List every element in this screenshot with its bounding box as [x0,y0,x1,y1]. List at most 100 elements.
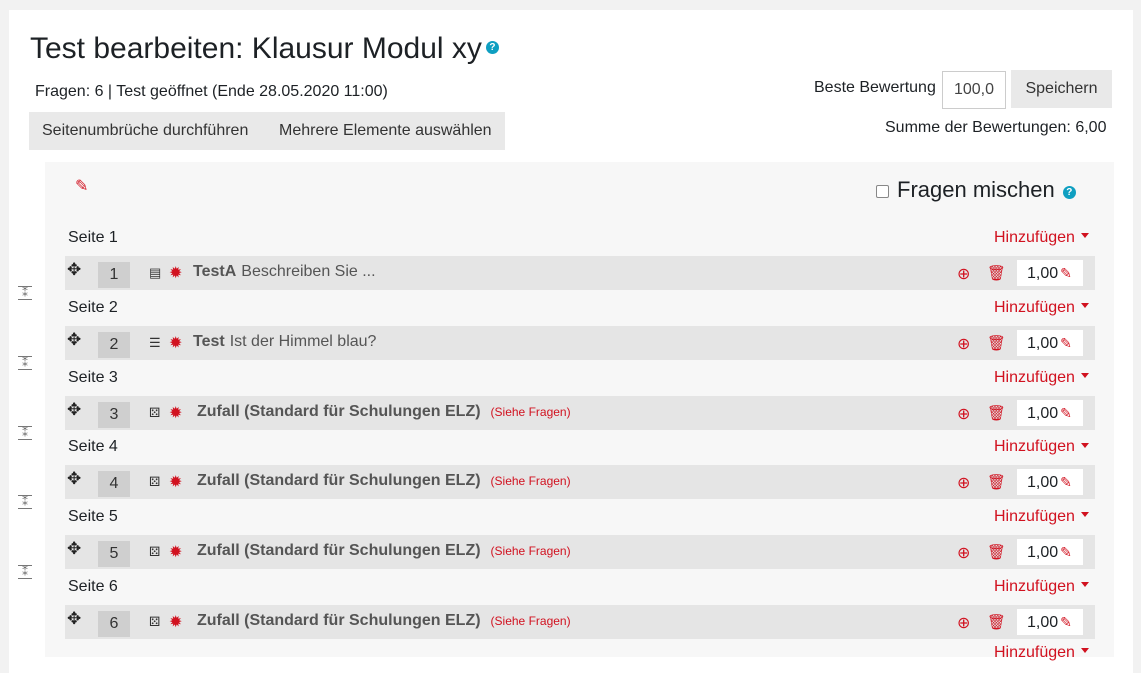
move-icon[interactable]: ✥ [67,400,81,420]
repaginate-button[interactable]: Seitenumbrüche durchführen [29,112,270,150]
shuffle-questions[interactable]: Fragen mischen ? [876,177,1076,203]
edit-mark-pencil-icon[interactable]: ✎ [1060,265,1072,281]
help-icon[interactable]: ? [1062,185,1076,199]
question-name[interactable]: TestA Beschreiben Sie ... [193,263,381,281]
delete-icon[interactable]: 🗑 [987,264,1006,282]
question-slot: ✥ 5 ⚄ ✹ Zufall (Standard für Schulungen … [65,535,1095,570]
caret-down-icon [1080,303,1089,309]
question-slot: ✥ 6 ⚄ ✹ Zufall (Standard für Schulungen … [65,605,1095,639]
delete-icon[interactable]: 🗑 [987,404,1006,422]
add-dropdown[interactable]: Hinzufügen [994,299,1089,317]
gear-icon[interactable]: ✹ [169,403,182,423]
page-label: Seite 3 [68,368,118,386]
see-questions-link[interactable]: (Siehe Fragen) [491,544,571,558]
gear-icon[interactable]: ✹ [169,333,182,353]
random-icon: ⚄ [149,474,161,490]
preview-icon[interactable]: ⊕ [957,334,970,354]
random-icon: ⚄ [149,544,161,560]
max-grade-label: Beste Bewertung [814,79,936,96]
question-name[interactable]: Zufall (Standard für Schulungen ELZ) (Sie… [197,542,571,560]
caret-down-icon [1080,512,1089,518]
gear-icon[interactable]: ✹ [169,472,182,492]
random-icon: ⚄ [149,614,161,629]
edit-mark-pencil-icon[interactable]: ✎ [1060,405,1072,421]
add-dropdown[interactable]: Hinzufügen [994,229,1089,247]
caret-down-icon [1080,442,1089,448]
move-icon[interactable]: ✥ [67,260,81,280]
question-name[interactable]: Zufall (Standard für Schulungen ELZ) (Sie… [197,612,571,630]
add-dropdown[interactable]: Hinzufügen [994,644,1089,662]
question-name[interactable]: Zufall (Standard für Schulungen ELZ) (Sie… [197,472,571,490]
move-icon[interactable]: ✥ [67,539,81,559]
add-dropdown[interactable]: Hinzufügen [994,578,1089,596]
select-multiple-button[interactable]: Mehrere Elemente auswählen [270,112,505,150]
move-icon[interactable]: ✥ [67,330,81,350]
page-break-icon[interactable]: ⁑ [16,285,34,301]
page-label: Seite 1 [68,229,118,246]
page-label: Seite 5 [68,508,118,526]
shuffle-label: Fragen mischen [897,177,1055,202]
caret-down-icon [1080,582,1089,588]
gear-icon[interactable]: ✹ [169,263,182,283]
move-icon[interactable]: ✥ [67,609,81,629]
see-questions-link[interactable]: (Siehe Fragen) [491,474,571,488]
preview-icon[interactable]: ⊕ [957,543,970,563]
gear-icon[interactable]: ✹ [169,542,182,562]
question-slot: ✥ 4 ⚄ ✹ Zufall (Standard für Schulungen … [65,465,1095,500]
edit-mark-pencil-icon[interactable]: ✎ [1060,335,1072,351]
page-label: Seite 2 [68,298,118,316]
question-name[interactable]: Test Ist der Himmel blau? [193,333,381,351]
move-icon[interactable]: ✥ [67,469,81,489]
page-break-icon[interactable]: ⁑ [16,494,34,510]
edit-mark-pencil-icon[interactable]: ✎ [1060,614,1072,630]
delete-icon[interactable]: 🗑 [987,334,1006,352]
preview-icon[interactable]: ⊕ [957,613,970,633]
quiz-section: ✎ Fragen mischen ? Seite 1 Hinzufügen ✥ … [18,162,1114,661]
question-number: 4 [98,471,130,498]
quiz-status: Fragen: 6 | Test geöffnet (Ende 28.05.20… [35,83,388,100]
caret-down-icon [1080,648,1089,654]
question-slot: ✥ 1 ▤ ✹ TestA Beschreiben Sie ... ⊕ 🗑 1,0… [65,256,1095,290]
edit-mark-pencil-icon[interactable]: ✎ [1060,544,1072,560]
see-questions-link[interactable]: (Siehe Fragen) [491,614,571,628]
help-icon[interactable]: ? [485,40,499,54]
save-button[interactable]: Speichern [1011,70,1112,108]
max-grade-input[interactable] [942,71,1006,109]
see-questions-link[interactable]: (Siehe Fragen) [491,405,571,419]
multichoice-icon: ☰ [149,334,161,350]
question-number: 3 [98,401,130,428]
question-number: 5 [98,541,130,568]
random-icon: ⚄ [149,404,161,420]
edit-section-pencil-icon[interactable]: ✎ [75,176,88,196]
max-mark[interactable]: 1,00 ✎ [1017,609,1083,635]
preview-icon[interactable]: ⊕ [957,473,970,493]
max-mark[interactable]: 1,00 ✎ [1017,469,1083,496]
delete-icon[interactable]: 🗑 [987,473,1006,491]
gear-icon[interactable]: ✹ [169,612,182,632]
edit-mark-pencil-icon[interactable]: ✎ [1060,474,1072,490]
add-dropdown[interactable]: Hinzufügen [994,508,1089,526]
page-break-icon[interactable]: ⁑ [16,425,34,441]
question-number: 1 [98,262,130,288]
page-break-icon[interactable]: ⁑ [16,564,34,580]
preview-icon[interactable]: ⊕ [957,264,970,284]
preview-icon[interactable]: ⊕ [957,404,970,424]
page-break-icon[interactable]: ⁑ [16,355,34,371]
quiz-edit-page: Test bearbeiten: Klausur Modul xy? Frage… [9,10,1133,673]
question-number: 2 [98,331,130,358]
max-mark[interactable]: 1,00 ✎ [1017,539,1083,566]
question-number: 6 [98,611,130,637]
page-label: Seite 4 [68,438,118,456]
max-mark[interactable]: 1,00 ✎ [1017,399,1083,426]
max-mark[interactable]: 1,00 ✎ [1017,260,1083,286]
page-label: Seite 6 [68,578,118,595]
add-dropdown[interactable]: Hinzufügen [994,369,1089,387]
shuffle-checkbox[interactable] [876,185,889,198]
caret-down-icon [1080,372,1089,378]
question-name[interactable]: Zufall (Standard für Schulungen ELZ) (Sie… [197,403,571,421]
add-dropdown[interactable]: Hinzufügen [994,438,1089,456]
delete-icon[interactable]: 🗑 [987,613,1006,631]
max-mark[interactable]: 1,00 ✎ [1017,329,1083,356]
question-slot: ✥ 3 ⚄ ✹ Zufall (Standard für Schulungen … [65,395,1095,430]
delete-icon[interactable]: 🗑 [987,543,1006,561]
